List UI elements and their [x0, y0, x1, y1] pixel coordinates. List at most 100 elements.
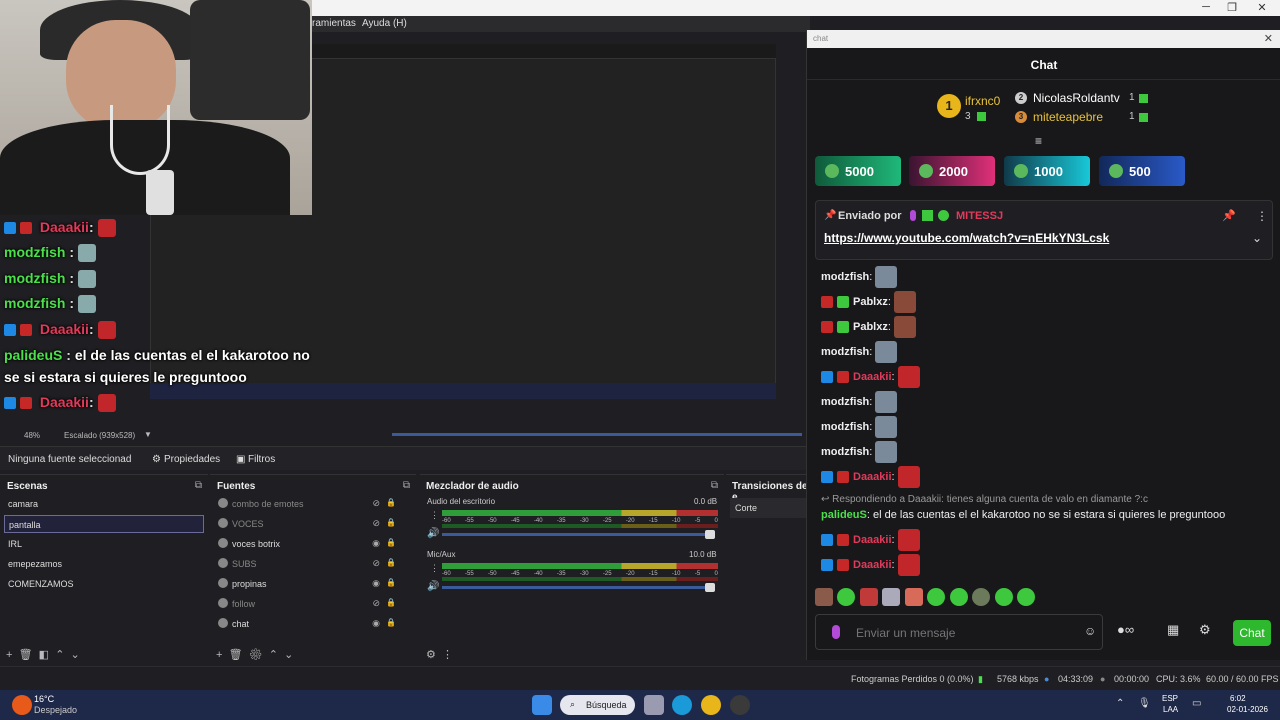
emoji-icon[interactable]: ☺	[1084, 624, 1096, 638]
network-icon[interactable]: ▭	[1192, 698, 1201, 709]
properties-button[interactable]: Propiedades	[164, 454, 220, 465]
gear-icon[interactable]: ⚙	[249, 649, 263, 661]
chevron-down-icon[interactable]: ⌄	[1252, 231, 1262, 245]
taskbar-search[interactable]: ⌕ Búsqueda	[560, 695, 635, 715]
up-icon[interactable]: ⌃	[269, 649, 278, 661]
send-chat-button[interactable]: Chat	[1233, 620, 1271, 646]
eye-icon[interactable]: ◉	[372, 618, 380, 629]
undock-icon[interactable]: ⧉	[403, 480, 410, 491]
close-icon[interactable]: ✕	[1252, 1, 1272, 15]
chat-user[interactable]: modzfish	[821, 346, 869, 358]
trash-icon[interactable]: 🗑	[19, 649, 33, 661]
minimize-icon[interactable]: ─	[1196, 1, 1216, 15]
chat-user[interactable]: Pablxz	[853, 321, 888, 333]
source-item[interactable]: voces botrix ◉ 🔒	[216, 535, 406, 553]
kebab-icon[interactable]: ⋮	[430, 563, 439, 574]
pinned-sender[interactable]: MITESSJ	[956, 210, 1003, 222]
chat-user[interactable]: Daaakii	[853, 534, 892, 546]
slider-knob[interactable]	[705, 583, 715, 592]
windows-start-icon[interactable]	[532, 695, 552, 715]
down-icon[interactable]: ⌄	[71, 649, 80, 661]
chat-user[interactable]: Daaakii	[853, 471, 892, 483]
chat-user[interactable]: palideuS	[821, 509, 867, 521]
emote-icon[interactable]	[994, 588, 1013, 606]
source-item[interactable]: chat ◉ 🔒	[216, 615, 406, 633]
undock-icon[interactable]: ⧉	[195, 480, 202, 491]
pinned-link[interactable]: https://www.youtube.com/watch?v=nEHkYN3L…	[824, 231, 1109, 245]
undock-icon[interactable]: ⧉	[711, 480, 718, 491]
pin-icon[interactable]: 📌	[1222, 209, 1236, 222]
lock-icon[interactable]: 🔒	[386, 538, 396, 547]
chat-user[interactable]: modzfish	[821, 396, 869, 408]
kebab-icon[interactable]: ⋮	[430, 510, 439, 521]
chevron-down-icon[interactable]: ▼	[144, 430, 152, 439]
store-icon[interactable]: ▦	[1167, 622, 1179, 638]
eye-icon[interactable]: ◉	[372, 538, 380, 549]
preview-scrollbar[interactable]	[392, 433, 802, 436]
chat-user[interactable]: Daaakii	[853, 559, 892, 571]
mic-tray-icon[interactable]: 🎙	[1138, 698, 1151, 709]
bits-2000-button[interactable]: 2000	[909, 156, 995, 186]
emote-icon[interactable]	[882, 588, 901, 606]
kebab-icon[interactable]: ⋮	[1256, 209, 1268, 223]
source-item[interactable]: SUBS ⊘ 🔒	[216, 555, 406, 573]
obs-icon[interactable]	[730, 695, 750, 715]
add-icon[interactable]: +	[216, 649, 222, 661]
add-icon[interactable]: +	[6, 649, 12, 661]
close-icon[interactable]: ✕	[1264, 32, 1273, 45]
expand-icon[interactable]: ≡	[1035, 134, 1042, 148]
zoom-level[interactable]: 48%	[24, 431, 40, 440]
lock-icon[interactable]: 🔒	[386, 518, 396, 527]
lang[interactable]: ESP	[1162, 694, 1178, 703]
scene-item-active[interactable]: pantalla	[4, 515, 204, 533]
chat-user[interactable]: modzfish	[821, 421, 869, 433]
emote-icon[interactable]	[1017, 588, 1036, 606]
eye-hidden-icon[interactable]: ⊘	[372, 518, 380, 529]
source-item[interactable]: VOCES ⊘ 🔒	[216, 515, 406, 533]
filters-button[interactable]: Filtros	[248, 454, 275, 465]
bits-1000-button[interactable]: 1000	[1004, 156, 1090, 186]
leaderboard-name[interactable]: NicolasRoldantv	[1033, 91, 1120, 105]
maximize-icon[interactable]: ❐	[1222, 1, 1242, 15]
source-item[interactable]: propinas ◉ 🔒	[216, 575, 406, 593]
gear-icon[interactable]: ⚙	[426, 649, 436, 661]
leaderboard-name[interactable]: miteteарebre	[1033, 110, 1103, 124]
lock-icon[interactable]: 🔒	[386, 498, 396, 507]
transition-select[interactable]: Corte	[730, 498, 808, 518]
channel-points-icon[interactable]: ●∞	[1117, 622, 1134, 637]
chat-user[interactable]: modzfish	[821, 446, 869, 458]
eye-hidden-icon[interactable]: ⊘	[372, 598, 380, 609]
reply-context[interactable]: ↩ Respondiendo a Daaakii: tienes alguna …	[821, 494, 1148, 505]
chat-input-box[interactable]: ☺	[815, 614, 1103, 650]
lock-icon[interactable]: 🔒	[386, 598, 396, 607]
speaker-icon[interactable]: 🔊	[427, 581, 439, 592]
eye-hidden-icon[interactable]: ⊘	[372, 558, 380, 569]
scale-mode[interactable]: Escalado (939x528)	[64, 431, 135, 440]
emote-icon[interactable]	[949, 588, 968, 606]
source-item[interactable]: combo de emotes ⊘ 🔒	[216, 495, 406, 513]
emote-icon[interactable]	[972, 588, 991, 606]
clock-time[interactable]: 6:02	[1230, 694, 1246, 703]
speaker-icon[interactable]: 🔊	[427, 528, 439, 539]
eye-hidden-icon[interactable]: ⊘	[372, 498, 380, 509]
clock-date[interactable]: 02-01-2026	[1227, 705, 1268, 714]
menu-help[interactable]: Ayuda (H)	[362, 18, 407, 29]
source-item[interactable]: follow ⊘ 🔒	[216, 595, 406, 613]
weather-icon[interactable]	[12, 695, 32, 715]
volume-slider[interactable]	[442, 530, 715, 539]
scene-item[interactable]: emepezamos	[4, 555, 204, 573]
gear-icon[interactable]: ⚙	[1199, 622, 1211, 638]
edge-icon[interactable]	[672, 695, 692, 715]
file-explorer-icon[interactable]	[644, 695, 664, 715]
lock-icon[interactable]: 🔒	[386, 558, 396, 567]
lock-icon[interactable]: 🔒	[386, 578, 396, 587]
bits-500-button[interactable]: 500	[1099, 156, 1185, 186]
filter-icon[interactable]: ◧	[39, 649, 49, 661]
chat-user[interactable]: Pablxz	[853, 296, 888, 308]
mic-icon[interactable]	[832, 625, 840, 639]
emote-icon[interactable]	[859, 588, 878, 606]
scene-item[interactable]: camara	[4, 495, 204, 513]
kebab-icon[interactable]: ⋮	[442, 649, 453, 661]
emote-icon[interactable]	[837, 588, 856, 606]
eye-icon[interactable]: ◉	[372, 578, 380, 589]
